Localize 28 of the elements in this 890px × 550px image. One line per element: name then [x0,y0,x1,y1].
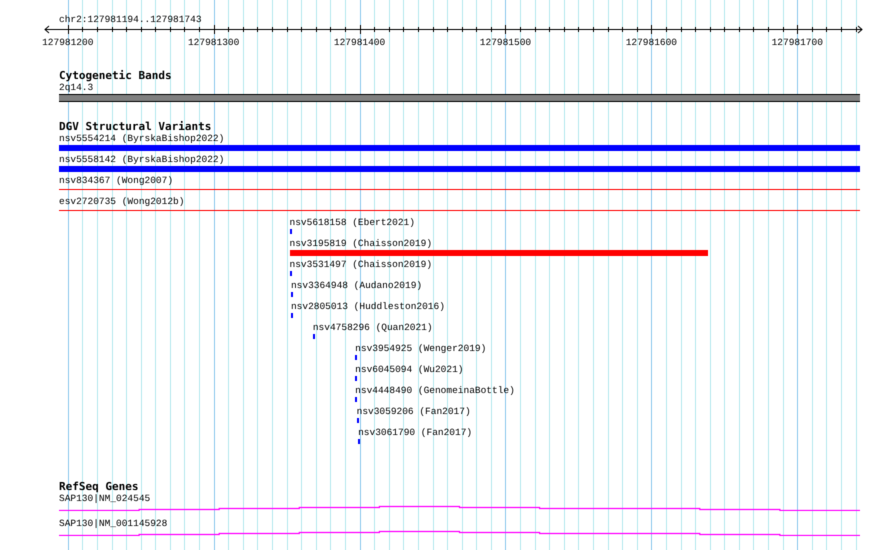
variant-label: nsv4758296 (Quan2021) [312,322,433,333]
gene-label: SAP130|NM_001145928 [59,518,168,529]
variant-label: esv2720735 (Wong2012b) [59,196,184,207]
variant-label: nsv2805013 (Huddleston2016) [290,301,445,312]
variant-label: nsv5618158 (Ebert2021) [290,217,415,228]
track-title: Cytogenetic Bands [59,70,172,82]
track-title: DGV Structural Variants [59,121,212,133]
region-label: chr2:127981194..127981743 [59,14,202,25]
variant-label: nsv834367 (Wong2007) [59,175,174,186]
variant-label: nsv4448490 (GenomeinaBottle) [355,385,515,396]
position-label: 127981500 [480,37,532,48]
track-title: RefSeq Genes [59,481,138,493]
band-label: 2q14.3 [59,82,94,93]
position-label: 127981300 [188,37,240,48]
variant-label: nsv3954925 (Wenger2019) [355,343,486,354]
variant-label: nsv3531497 (Chaisson2019) [290,259,432,270]
position-label: 127981200 [42,37,94,48]
variant-label: nsv5558142 (ByrskaBishop2022) [59,154,224,165]
variant-label: nsv3195819 (Chaisson2019) [290,238,432,249]
position-label: 127981400 [334,37,386,48]
variant-label: nsv3061790 (Fan2017) [358,427,472,438]
variant-label: nsv3059206 (Fan2017) [356,406,471,417]
variant-label: nsv5554214 (ByrskaBishop2022) [59,133,224,144]
gene-label: SAP130|NM_024545 [59,493,150,504]
variant-label: nsv3364948 (Audano2019) [290,280,422,291]
variant-label: nsv6045094 (Wu2021) [355,364,464,375]
position-label: 127981700 [772,37,823,48]
position-label: 127981600 [626,37,678,48]
